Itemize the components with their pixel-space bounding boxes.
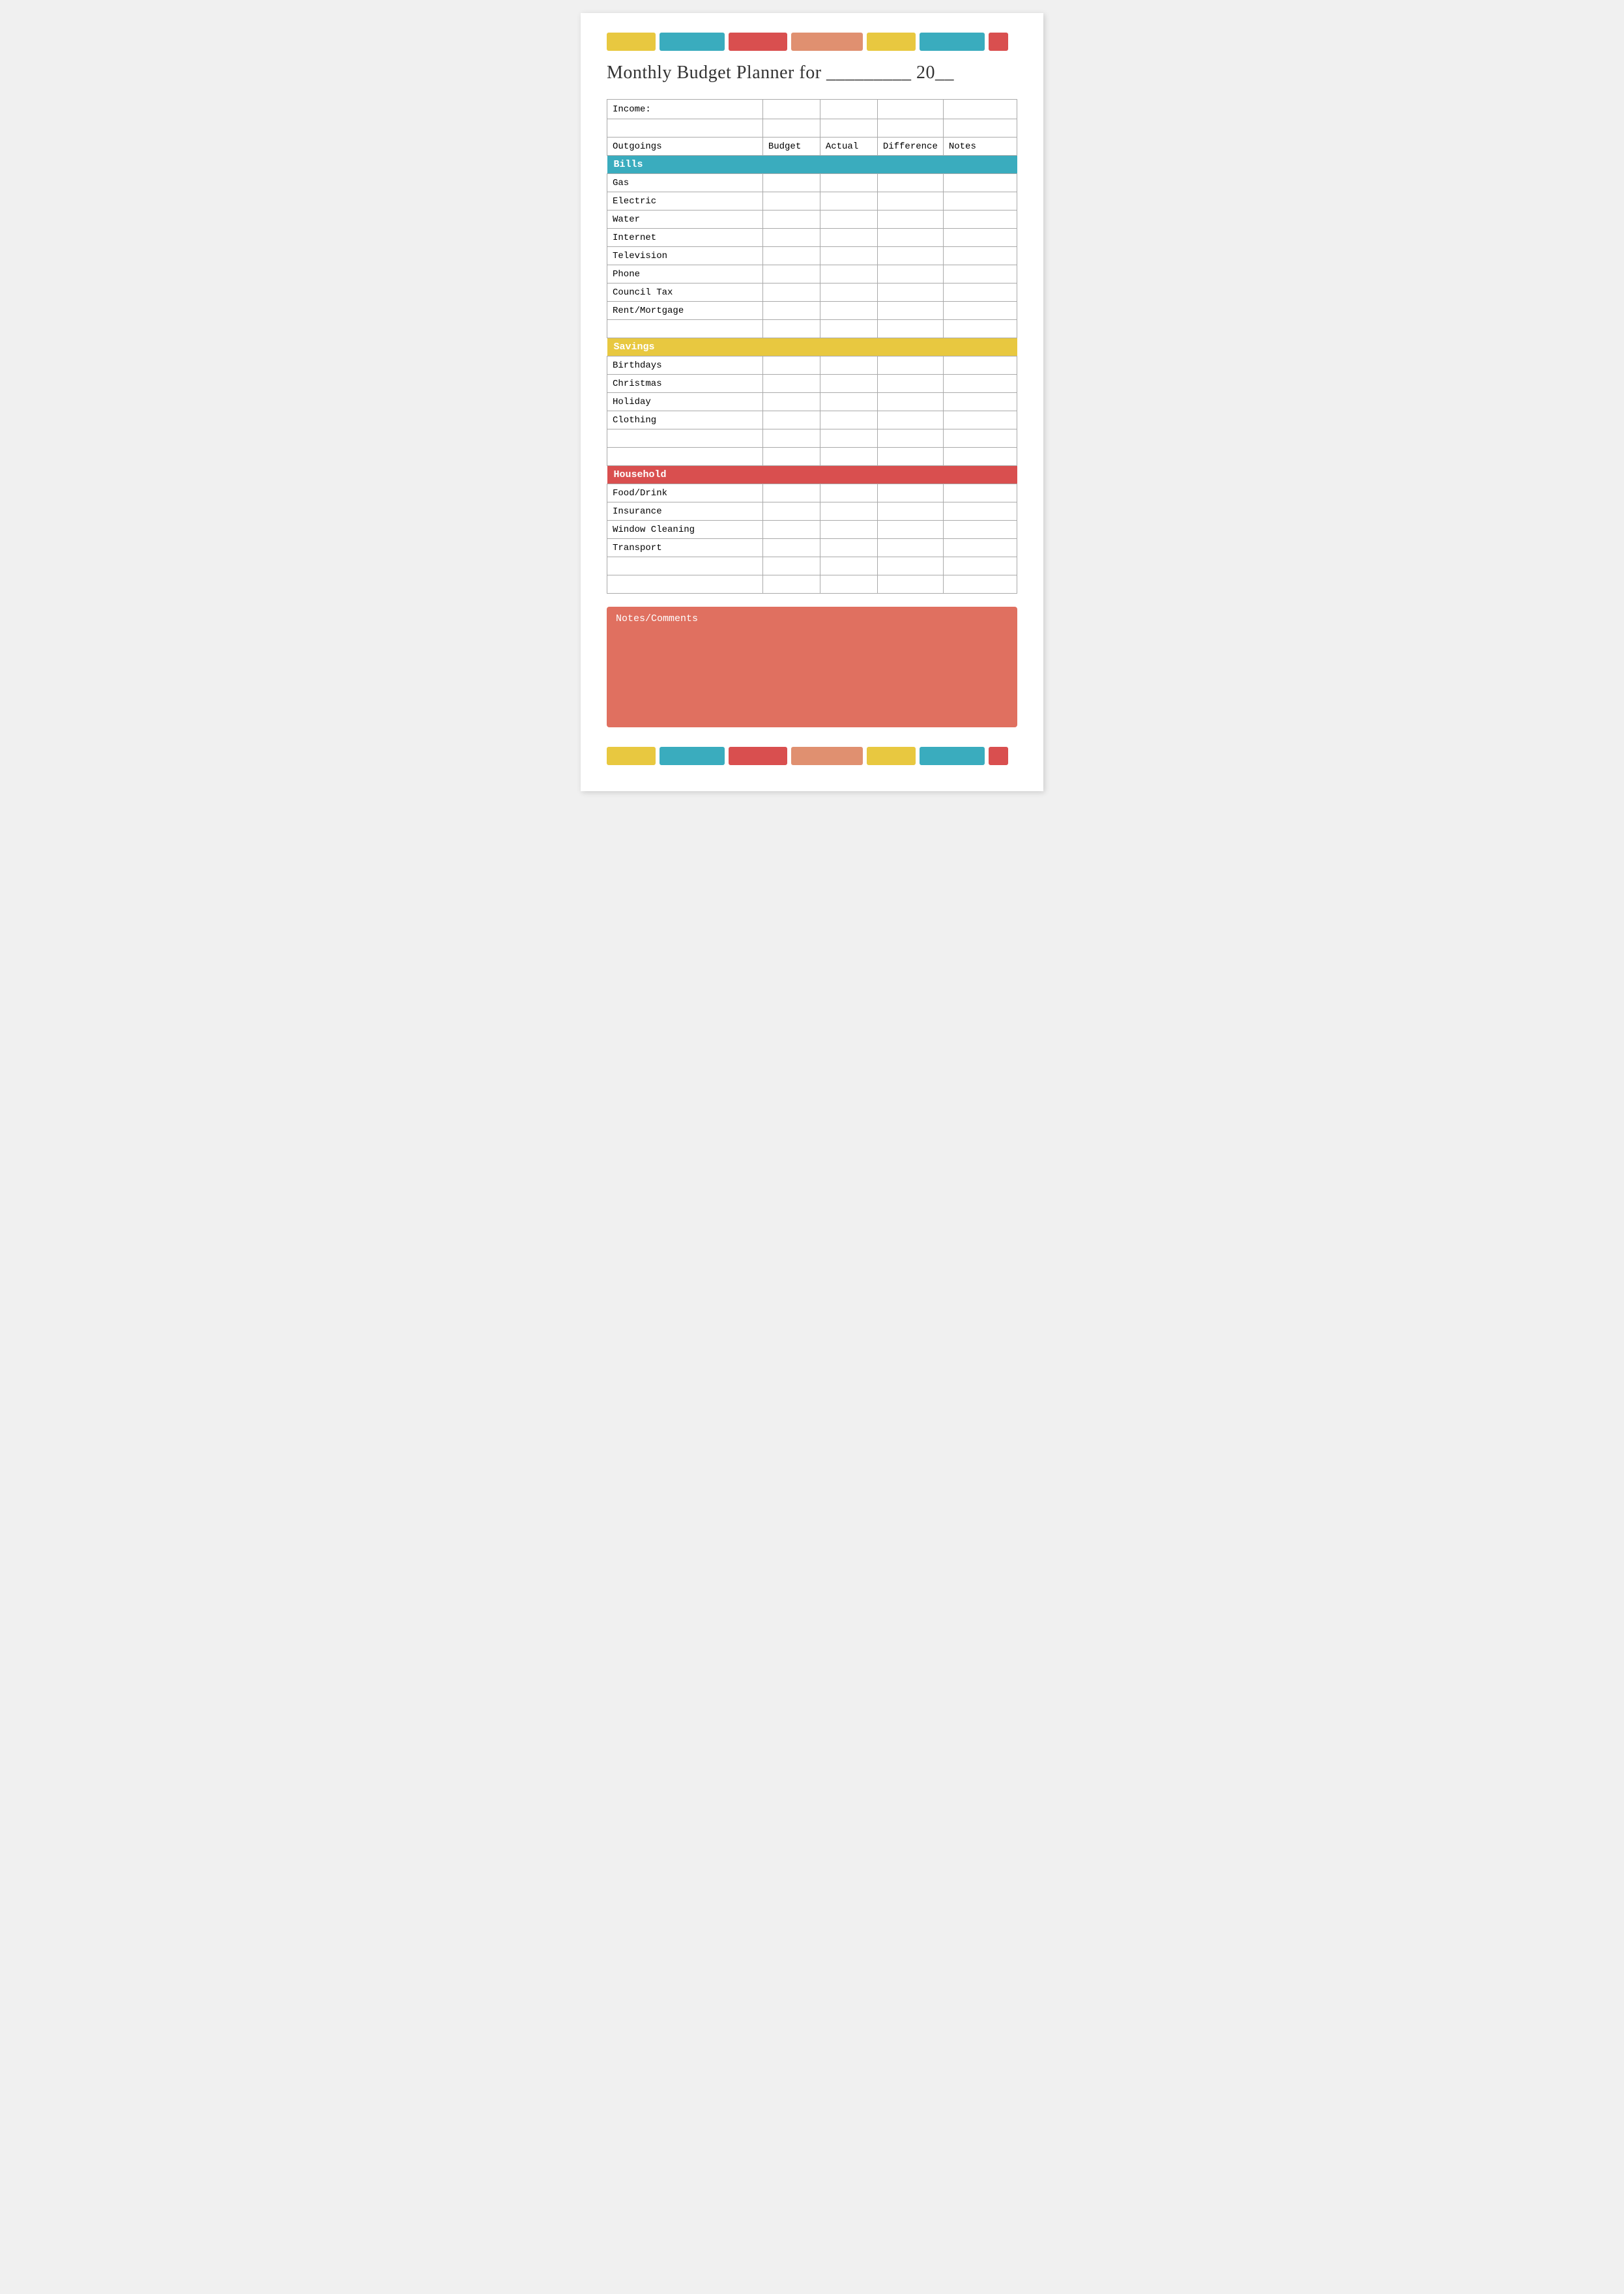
table-row: Christmas (607, 375, 1017, 393)
spacer-row-1 (607, 119, 1017, 138)
row-label: Council Tax (607, 283, 763, 302)
table-row: Food/Drink (607, 484, 1017, 502)
color-bar-bottom (607, 747, 1017, 765)
bar-red-2 (989, 33, 1008, 51)
row-label: Phone (607, 265, 763, 283)
table-row: Television (607, 247, 1017, 265)
bar-bottom-yellow-1 (607, 747, 656, 765)
bar-bottom-red-2 (989, 747, 1008, 765)
bar-yellow-2 (867, 33, 916, 51)
table-row: Rent/Mortgage (607, 302, 1017, 320)
row-label: Gas (607, 174, 763, 192)
row-label: Rent/Mortgage (607, 302, 763, 320)
page: Monthly Budget Planner for _________ 20_… (581, 13, 1043, 791)
table-row: Phone (607, 265, 1017, 283)
notes-comments-box: Notes/Comments (607, 607, 1017, 727)
budget-table: Income: Outgoings Budget Actual Differen… (607, 99, 1017, 594)
section-savings-header: Savings (607, 338, 1017, 356)
bar-bottom-salmon-1 (791, 747, 863, 765)
row-label: Christmas (607, 375, 763, 393)
bar-red-1 (729, 33, 787, 51)
table-row: Window Cleaning (607, 521, 1017, 539)
row-label: Holiday (607, 393, 763, 411)
bar-bottom-teal-1 (660, 747, 725, 765)
bar-teal-2 (920, 33, 985, 51)
notes-content[interactable] (616, 630, 1008, 721)
color-bar-top (607, 33, 1017, 51)
row-label: Television (607, 247, 763, 265)
table-row: Transport (607, 539, 1017, 557)
income-label: Income: (607, 100, 763, 119)
spacer-row-5 (607, 557, 1017, 575)
row-label: Window Cleaning (607, 521, 763, 539)
spacer-row-4 (607, 448, 1017, 466)
household-label: Household (607, 466, 1017, 484)
table-row: Birthdays (607, 356, 1017, 375)
income-row: Income: (607, 100, 1017, 119)
income-notes (943, 100, 1017, 119)
bar-teal-1 (660, 33, 725, 51)
table-row: Holiday (607, 393, 1017, 411)
bar-bottom-red-1 (729, 747, 787, 765)
bar-bottom-yellow-2 (867, 747, 916, 765)
col-header-budget: Budget (762, 138, 820, 156)
row-label: Birthdays (607, 356, 763, 375)
spacer-row-2 (607, 320, 1017, 338)
notes-title: Notes/Comments (616, 613, 1008, 624)
row-label: Food/Drink (607, 484, 763, 502)
table-row: Water (607, 211, 1017, 229)
spacer-row-6 (607, 575, 1017, 594)
table-row: Gas (607, 174, 1017, 192)
bar-bottom-teal-2 (920, 747, 985, 765)
col-header-difference: Difference (877, 138, 943, 156)
table-row: Internet (607, 229, 1017, 247)
bar-salmon-1 (791, 33, 863, 51)
table-row: Electric (607, 192, 1017, 211)
col-header-outgoings: Outgoings (607, 138, 763, 156)
income-budget (762, 100, 820, 119)
row-label: Water (607, 211, 763, 229)
table-row: Insurance (607, 502, 1017, 521)
table-row: Council Tax (607, 283, 1017, 302)
row-label: Electric (607, 192, 763, 211)
bar-yellow-1 (607, 33, 656, 51)
col-header-actual: Actual (820, 138, 877, 156)
row-label: Insurance (607, 502, 763, 521)
row-label: Clothing (607, 411, 763, 429)
section-household-header: Household (607, 466, 1017, 484)
row-label: Transport (607, 539, 763, 557)
savings-label: Savings (607, 338, 1017, 356)
section-bills-header: Bills (607, 156, 1017, 174)
column-headers: Outgoings Budget Actual Difference Notes (607, 138, 1017, 156)
spacer-row-3 (607, 429, 1017, 448)
page-title: Monthly Budget Planner for _________ 20_… (607, 63, 1017, 83)
income-diff (877, 100, 943, 119)
table-row: Clothing (607, 411, 1017, 429)
row-label: Internet (607, 229, 763, 247)
col-header-notes: Notes (943, 138, 1017, 156)
income-actual (820, 100, 877, 119)
bills-label: Bills (607, 156, 1017, 174)
